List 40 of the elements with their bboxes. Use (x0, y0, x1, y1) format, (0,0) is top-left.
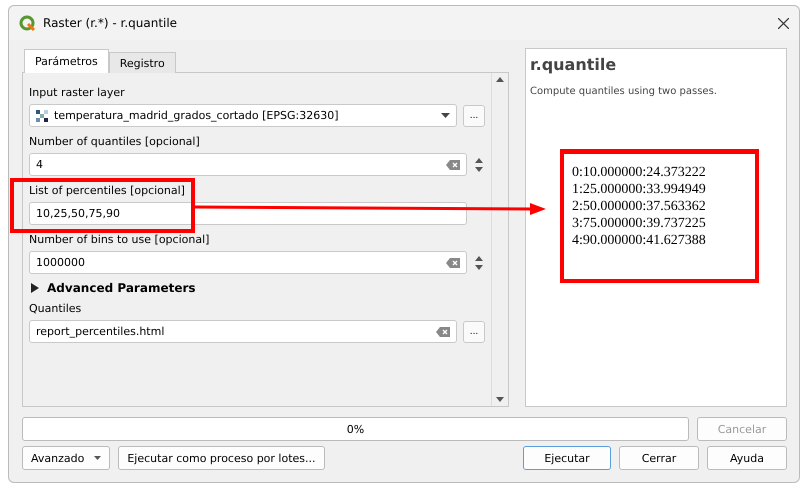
output-line: 2:50.000000:37.563362 (572, 198, 707, 215)
dropdown-arrow-icon (94, 456, 102, 460)
button[interactable]: Ejecutar (523, 446, 611, 470)
close-icon[interactable] (778, 18, 789, 28)
field-label: Number of bins to use [opcional] (29, 232, 210, 248)
progress-text: 0% (346, 422, 364, 436)
field-label: Input raster layer (29, 85, 125, 101)
input-field[interactable]: 4 (29, 153, 467, 176)
browse-button[interactable]: ... (463, 104, 485, 126)
menu-button[interactable]: Avanzado (22, 446, 110, 470)
raster-icon (36, 110, 48, 122)
layer-dropdown[interactable]: temperatura_madrid_grados_cortado [EPSG:32630] (29, 104, 457, 127)
field-label: Quantiles (29, 301, 82, 317)
app-logo-icon (19, 15, 35, 31)
file-field[interactable]: report_percentiles.html (29, 320, 457, 343)
button[interactable]: Ayuda (707, 446, 787, 470)
output-line: 3:75.000000:39.737225 (572, 215, 707, 232)
expand-arrow-icon (31, 283, 39, 293)
scroll-up-icon[interactable] (496, 77, 504, 82)
button[interactable]: Ejecutar como proceso por lotes... (118, 446, 325, 470)
input-field[interactable]: 10,25,50,75,90 (29, 202, 467, 225)
advanced-section-toggle[interactable]: Advanced Parameters (29, 276, 198, 296)
input-field[interactable]: 1000000 (29, 251, 467, 274)
browse-button[interactable]: ... (463, 320, 485, 342)
field-label: List of percentiles [opcional] (29, 183, 185, 199)
scroll-down-icon[interactable] (496, 397, 504, 402)
clear-icon[interactable] (446, 160, 460, 170)
tab[interactable]: Registro (108, 52, 176, 73)
window-title: Raster (r.*) - r.quantile (43, 16, 178, 30)
output-line: 4:90.000000:41.627388 (572, 232, 707, 249)
clear-icon[interactable] (446, 258, 460, 268)
dropdown-arrow-icon (441, 113, 450, 118)
help-description: Compute quantiles using two passes. (530, 86, 718, 97)
output-line: 1:25.000000:33.994949 (572, 181, 707, 198)
clear-icon[interactable] (436, 326, 450, 336)
tab[interactable]: Parámetros (24, 49, 109, 73)
button[interactable]: Cerrar (619, 446, 699, 470)
help-title: r.quantile (530, 55, 618, 74)
output-line: 0:10.000000:24.373222 (572, 164, 707, 181)
field-label: Number of quantiles [opcional] (29, 134, 200, 150)
